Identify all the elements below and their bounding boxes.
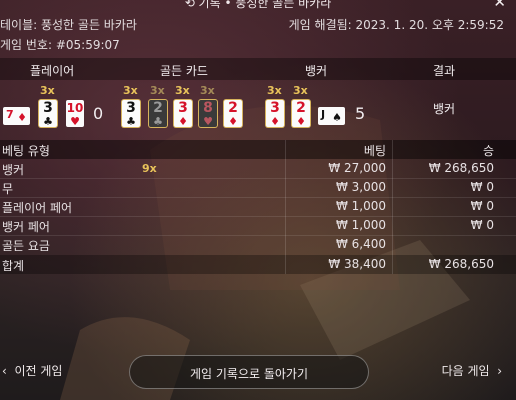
- bet-amount: ₩ 3,000: [335, 180, 386, 194]
- banker-card-3: J ♠: [318, 107, 345, 125]
- bet-multiplier: 9x: [142, 162, 157, 175]
- game-number-label: 게임 번호: #05:59:07: [0, 38, 120, 52]
- win-amount: ₩ 0: [470, 199, 494, 213]
- win-amount: ₩ 0: [470, 180, 494, 194]
- player-card-3: 10 ♥: [66, 100, 84, 128]
- golden-card-3: 3 ♦: [174, 100, 192, 127]
- bet-row-tie: 무 ₩ 3,000 ₩ 0: [0, 178, 516, 197]
- chevron-right-icon: ›: [497, 364, 502, 378]
- golden-card-4: 8 ♥: [199, 100, 217, 127]
- column-divider: [392, 140, 393, 274]
- previous-game-button[interactable]: ‹ 이전 게임: [2, 362, 62, 379]
- bet-type: 무: [2, 182, 14, 196]
- back-to-history-label: 게임 기록으로 돌아가기: [189, 367, 309, 381]
- column-golden-cards: 골든 카드: [160, 64, 208, 78]
- total-bet: ₩ 38,400: [328, 257, 386, 271]
- bet-row-total: 합계 ₩ 38,400 ₩ 268,650: [0, 255, 516, 274]
- next-game-label: 다음 게임: [441, 364, 490, 378]
- settled-label: 게임 해결됨: 2023. 1. 20. 오후 2:59:52: [288, 18, 504, 32]
- bets-header-row: 베팅 유형 베팅 승: [0, 140, 516, 159]
- win-amount-header: 승: [482, 144, 494, 158]
- golden-card-2: 2 ♣: [149, 100, 167, 127]
- window-title: ⟲ 기록 • 풍성한 골든 바카라: [184, 0, 332, 10]
- column-result: 결과: [433, 64, 456, 78]
- bet-type: 뱅커 페어: [2, 220, 50, 234]
- game-result: 뱅커: [433, 102, 456, 116]
- close-icon[interactable]: ✕: [493, 0, 506, 11]
- chevron-left-icon: ‹: [2, 364, 7, 378]
- bet-type-header: 베팅 유형: [2, 144, 50, 158]
- top-bar: ⟲ 기록 • 풍성한 골든 바카라 ✕: [0, 0, 516, 12]
- column-player: 플레이어: [30, 64, 75, 78]
- bet-type: 플레이어 페어: [2, 201, 73, 215]
- result-header-row: 플레이어 골든 카드 뱅커 결과: [0, 58, 516, 80]
- player-score: 0: [93, 104, 104, 123]
- golden-card-3-multiplier: 3x: [175, 84, 190, 97]
- banker-card-1-multiplier: 3x: [267, 84, 282, 97]
- golden-card-4-multiplier: 3x: [200, 84, 215, 97]
- golden-card-1: 3 ♣: [122, 100, 140, 127]
- total-win: ₩ 268,650: [428, 257, 494, 271]
- table-label: 테이블: 풍성한 골든 바카라: [0, 18, 137, 32]
- win-amount: ₩ 0: [470, 218, 494, 232]
- bet-row-banker-pair: 뱅커 페어 ₩ 1,000 ₩ 0: [0, 216, 516, 235]
- player-card-1: 7 ♦: [3, 107, 30, 125]
- player-card-2: 3 ♣: [39, 100, 57, 127]
- total-label: 합계: [2, 259, 25, 273]
- bet-row-golden-fee: 골든 요금 ₩ 6,400: [0, 235, 516, 254]
- golden-card-2-multiplier: 3x: [150, 84, 165, 97]
- bet-amount: ₩ 1,000: [335, 199, 386, 213]
- bet-amount-header: 베팅: [363, 144, 386, 158]
- banker-score: 5: [355, 104, 366, 123]
- golden-card-5: 2 ♦: [224, 100, 242, 127]
- bet-amount: ₩ 27,000: [328, 161, 386, 175]
- bet-amount: ₩ 1,000: [335, 218, 386, 232]
- bet-row-player-pair: 플레이어 페어 ₩ 1,000 ₩ 0: [0, 197, 516, 216]
- bet-amount: ₩ 6,400: [335, 237, 386, 251]
- column-banker: 뱅커: [305, 64, 328, 78]
- bet-type: 뱅커: [2, 163, 25, 177]
- column-divider: [285, 140, 286, 274]
- banker-card-2: 2 ♦: [292, 100, 310, 127]
- previous-game-label: 이전 게임: [14, 364, 63, 378]
- win-amount: ₩ 268,650: [428, 161, 494, 175]
- next-game-button[interactable]: 다음 게임 ›: [442, 362, 502, 379]
- bet-row-banker: 뱅커 9x ₩ 27,000 ₩ 268,650: [0, 159, 516, 178]
- back-to-history-button[interactable]: 게임 기록으로 돌아가기: [129, 355, 369, 389]
- golden-card-1-multiplier: 3x: [123, 84, 138, 97]
- banker-card-2-multiplier: 3x: [293, 84, 308, 97]
- player-card-2-multiplier: 3x: [40, 84, 55, 97]
- banker-card-1: 3 ♦: [266, 100, 284, 127]
- bet-type: 골든 요금: [2, 239, 50, 253]
